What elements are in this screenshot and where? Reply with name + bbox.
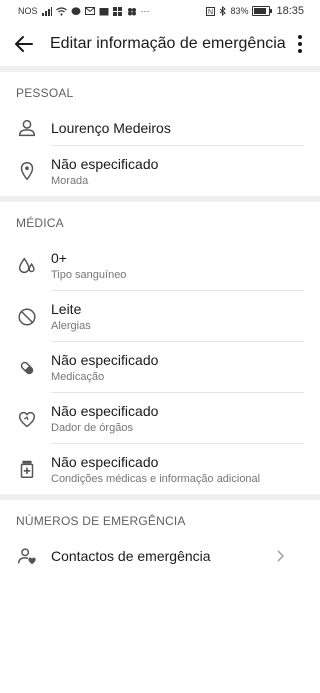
back-arrow-icon[interactable] [12,32,36,56]
mail-icon [84,7,95,15]
address-row[interactable]: Não especificado Morada [0,146,320,196]
block-icon [18,307,36,326]
status-right: N 83% 18:35 [206,5,304,17]
medication-label: Medicação [51,371,105,383]
name-row[interactable]: Lourenço Medeiros [0,110,320,146]
carrier-label: NOS [18,5,38,16]
person-heart-icon [18,547,36,564]
location-pin-icon [20,162,34,181]
blood-drops-icon [18,256,35,273]
blood-type-value: 0+ [51,250,67,266]
status-left: NOS ··· [18,5,150,16]
medication-value: Não especificado [51,352,159,368]
emergency-contacts-row[interactable]: Contactos de emergência [0,538,320,573]
chevron-right-icon [277,550,285,562]
section-header-personal: PESSOAL [16,86,74,100]
medical-conditions-value: Não especificado [51,454,159,470]
section-header-emergency-numbers: NÚMEROS DE EMERGÊNCIA [16,514,186,528]
wifi-icon [55,6,67,16]
section-header-medical: MÉDICA [16,216,64,230]
organ-donor-row[interactable]: Não especificado Dador de órgãos [0,393,320,444]
battery-icon [252,6,273,16]
battery-fill [254,8,267,14]
person-icon [18,119,36,137]
address-label: Morada [51,175,89,187]
organ-donor-value: Não especificado [51,403,159,419]
pill-icon [20,361,34,374]
grid-icon [112,6,122,16]
page-title: Editar informação de emergência [50,35,286,52]
allergies-value: Leite [51,301,82,317]
heart-outline-icon [18,411,36,427]
svg-text:N: N [208,9,213,16]
medical-bottle-icon [20,460,34,478]
allergies-label: Alergias [51,320,91,332]
blood-type-label: Tipo sanguíneo [51,269,127,281]
calendar-icon [99,7,109,15]
battery-percent: 83% [230,5,249,16]
messenger-icon [71,6,81,15]
bluetooth-icon [220,6,227,16]
address-value: Não especificado [51,156,159,172]
signal-icon [41,6,52,16]
overflow-dots: ··· [140,5,150,16]
clover-icon [127,7,136,15]
blood-type-row[interactable]: 0+ Tipo sanguíneo [0,240,320,291]
name-value: Lourenço Medeiros [51,120,171,136]
allergies-row[interactable]: Leite Alergias [0,291,320,342]
clock: 18:35 [276,5,304,17]
organ-donor-label: Dador de órgãos [51,422,133,434]
more-vertical-icon[interactable] [288,32,312,56]
medication-row[interactable]: Não especificado Medicação [0,342,320,393]
nfc-icon: N [206,6,216,16]
emergency-contacts-label: Contactos de emergência [51,548,211,564]
medical-conditions-label: Condições médicas e informação adicional [51,473,261,485]
app-bar: Editar informação de emergência [0,22,320,66]
status-bar: NOS ··· N 83% 18:35 [0,0,320,22]
medical-conditions-row[interactable]: Não especificado Condições médicas e inf… [0,444,320,494]
